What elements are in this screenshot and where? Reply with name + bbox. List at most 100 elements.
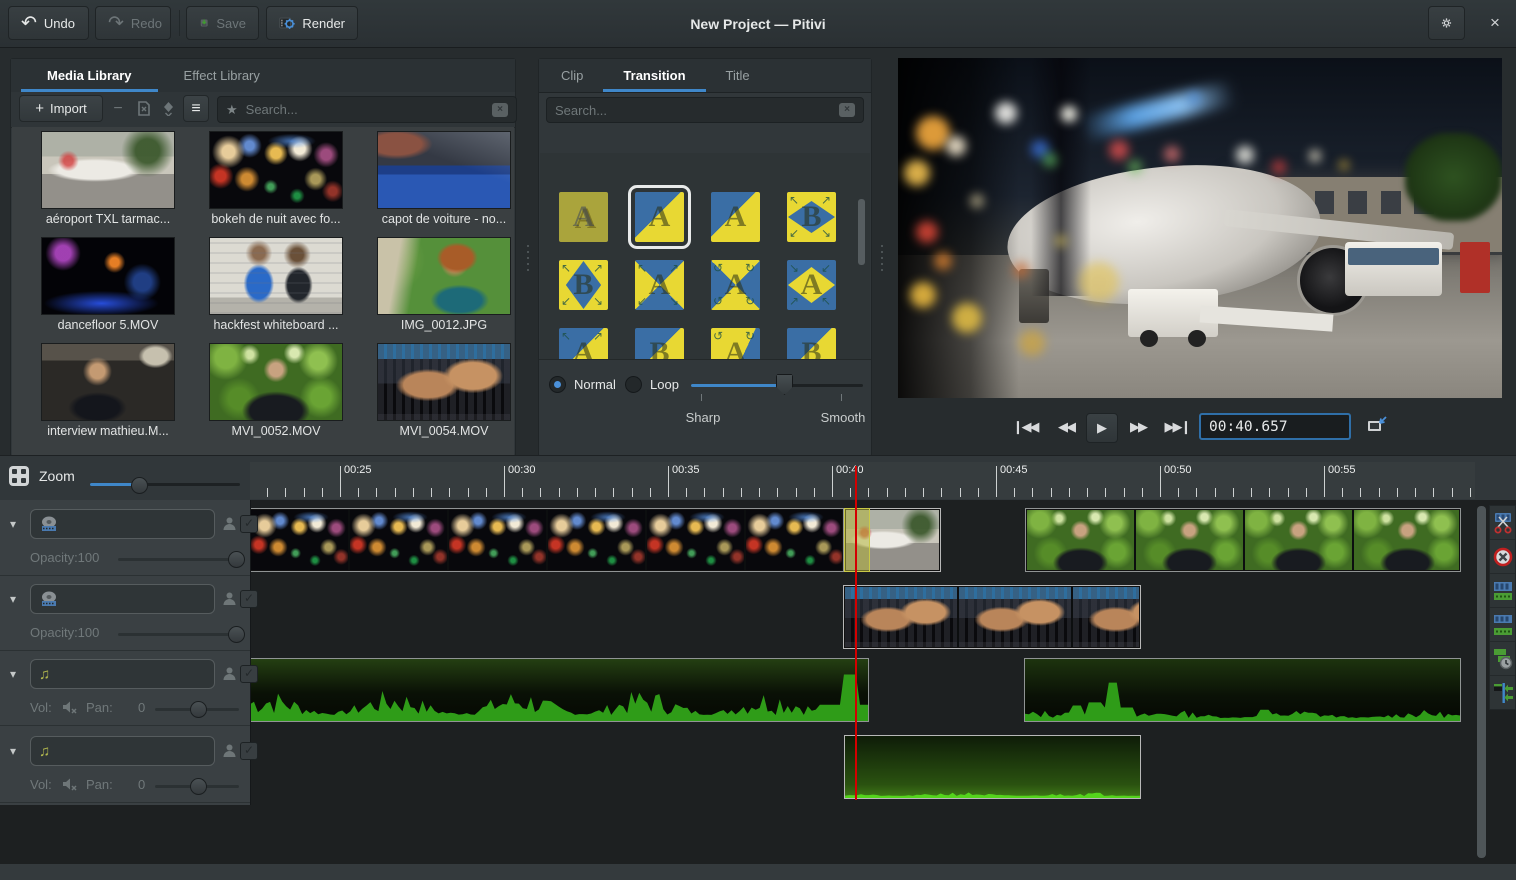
audio-clip[interactable] (250, 658, 869, 722)
media-item[interactable]: hackfest whiteboard ... (192, 238, 360, 332)
timeline-horizontal-scrollbar[interactable] (0, 864, 1516, 880)
transition-clip[interactable] (844, 508, 870, 572)
media-item[interactable]: capot de voiture - no... (360, 132, 514, 226)
layer-name-field[interactable]: ♫ (30, 736, 215, 766)
opacity-slider[interactable] (118, 633, 238, 636)
undock-viewer-button[interactable] (1366, 415, 1388, 435)
layer-enabled-checkbox[interactable]: ✓ (240, 515, 258, 533)
muted-speaker-icon[interactable] (62, 700, 78, 717)
render-button[interactable]: Render (266, 6, 358, 40)
media-item[interactable]: dancefloor 5.MOV (24, 238, 192, 332)
video-clip[interactable] (843, 585, 1141, 649)
insert-at-end-button[interactable] (156, 95, 180, 122)
clip-properties-button[interactable] (132, 95, 156, 122)
playhead[interactable] (855, 466, 857, 800)
tab-clip[interactable]: Clip (541, 59, 603, 92)
mode-loop-radio[interactable]: Loop (625, 376, 679, 393)
tab-transition[interactable]: Transition (603, 59, 705, 92)
opacity-slider[interactable] (118, 558, 238, 561)
transition-tile[interactable]: A↘↙↗↖ (787, 260, 836, 310)
tab-media-library[interactable]: Media Library (21, 59, 158, 92)
layer-expander[interactable]: ▾ (10, 667, 16, 681)
go-start-button[interactable]: ❙◀◀ (1010, 413, 1040, 441)
layer-enabled-checkbox[interactable]: ✓ (240, 590, 258, 608)
ruler-minor-tick (1032, 488, 1033, 497)
clear-search-icon[interactable]: × (492, 103, 508, 117)
media-item[interactable]: MVI_0052.MOV (192, 344, 360, 438)
audio-clip[interactable] (844, 735, 1141, 799)
tab-effect-library[interactable]: Effect Library (158, 59, 286, 92)
clear-search-icon[interactable]: × (839, 103, 855, 117)
import-button[interactable]: + Import (19, 95, 103, 122)
menu-button[interactable] (1428, 6, 1465, 40)
layer-name-field[interactable]: ♫ (30, 659, 215, 689)
muted-speaker-icon[interactable] (62, 777, 78, 794)
audio-clip[interactable] (1024, 658, 1461, 722)
ruler-minor-tick (850, 488, 851, 497)
slider-handle[interactable] (776, 374, 793, 395)
close-button[interactable]: × (1480, 6, 1510, 40)
media-search-input[interactable]: ★ Search... × (217, 96, 517, 123)
media-item[interactable]: IMG_0012.JPG (360, 238, 514, 332)
go-end-button[interactable]: ▶▶❙ (1162, 413, 1192, 441)
transition-tile[interactable]: A↺↻↺↻ (711, 328, 760, 359)
play-button[interactable]: ▶ (1086, 413, 1118, 443)
undo-button[interactable]: ↶ Undo (8, 6, 89, 40)
video-clip[interactable] (250, 508, 844, 572)
redo-button[interactable]: ↷ Redo (95, 6, 171, 40)
view-options-button[interactable]: ≡ (183, 95, 209, 122)
remove-asset-button[interactable]: − (106, 95, 130, 122)
zoom-fit-icon[interactable] (8, 465, 30, 487)
transition-tile[interactable]: A↺↻↺↻ (711, 260, 760, 310)
transition-tile[interactable]: B↖↗↙↘ (559, 260, 608, 310)
group-clips-button[interactable] (1490, 574, 1515, 608)
pane-handle[interactable] (881, 245, 883, 271)
align-clips-button[interactable] (1490, 642, 1515, 676)
mode-normal-radio[interactable]: Normal (549, 376, 616, 393)
save-button[interactable]: Save (186, 6, 259, 40)
zoom-slider-handle[interactable] (131, 477, 148, 494)
rewind-button[interactable]: ◀◀ (1052, 413, 1080, 441)
layer-expander[interactable]: ▾ (10, 517, 16, 531)
opacity-slider-handle[interactable] (228, 551, 245, 568)
layer-enabled-checkbox[interactable]: ✓ (240, 665, 258, 683)
timeline-vertical-scrollbar[interactable] (1477, 506, 1486, 858)
transition-tile[interactable]: A (559, 192, 608, 242)
layer-name-field[interactable] (30, 509, 215, 539)
tab-title[interactable]: Title (706, 59, 770, 92)
split-clip-button[interactable] (1490, 506, 1515, 540)
transition-tile[interactable]: A (711, 192, 760, 242)
pane-handle[interactable] (527, 245, 529, 271)
pan-slider-handle[interactable] (190, 701, 207, 718)
transition-letter: A (559, 192, 608, 242)
delete-clip-button[interactable] (1490, 540, 1515, 574)
transition-tile[interactable]: A↖↗↙↘ (635, 260, 684, 310)
media-item[interactable]: aéroport TXL tarmac... (24, 132, 192, 226)
transition-scrollbar[interactable] (858, 199, 865, 265)
close-gaps-button[interactable] (1490, 676, 1515, 709)
forward-button[interactable]: ▶▶ (1124, 413, 1152, 441)
transition-search-input[interactable]: Search... × (546, 97, 864, 123)
audio-layer-icon: ♫ (39, 666, 50, 683)
media-item[interactable]: MVI_0054.MOV (360, 344, 514, 438)
transition-tile[interactable]: B↖↗↙↘ (787, 192, 836, 242)
media-item[interactable]: interview mathieu.M... (24, 344, 192, 438)
transition-tile[interactable]: B (635, 328, 684, 359)
transition-tile[interactable]: B (787, 328, 836, 359)
timeline-ruler[interactable]: 00:2500:3000:3500:4000:4500:5000:55 (250, 462, 1475, 499)
opacity-slider-handle[interactable] (228, 626, 245, 643)
pan-slider-handle[interactable] (190, 778, 207, 795)
layer-expander[interactable]: ▾ (10, 744, 16, 758)
ruler-minor-tick (905, 488, 906, 497)
layer-expander[interactable]: ▾ (10, 592, 16, 606)
media-toolbar: + Import − ≡ ★ Search... × (11, 92, 515, 128)
video-clip[interactable] (1025, 508, 1461, 572)
ruler-time-label: 00:35 (672, 464, 700, 476)
layer-name-field[interactable] (30, 584, 215, 614)
transition-tile[interactable]: A↖↗↙↘ (559, 328, 608, 359)
layer-enabled-checkbox[interactable]: ✓ (240, 742, 258, 760)
timecode-input[interactable]: 00:40.657 (1199, 413, 1351, 440)
media-item[interactable]: bokeh de nuit avec fo... (192, 132, 360, 226)
ruler-minor-tick (632, 488, 633, 497)
ungroup-clips-button[interactable] (1490, 608, 1515, 642)
